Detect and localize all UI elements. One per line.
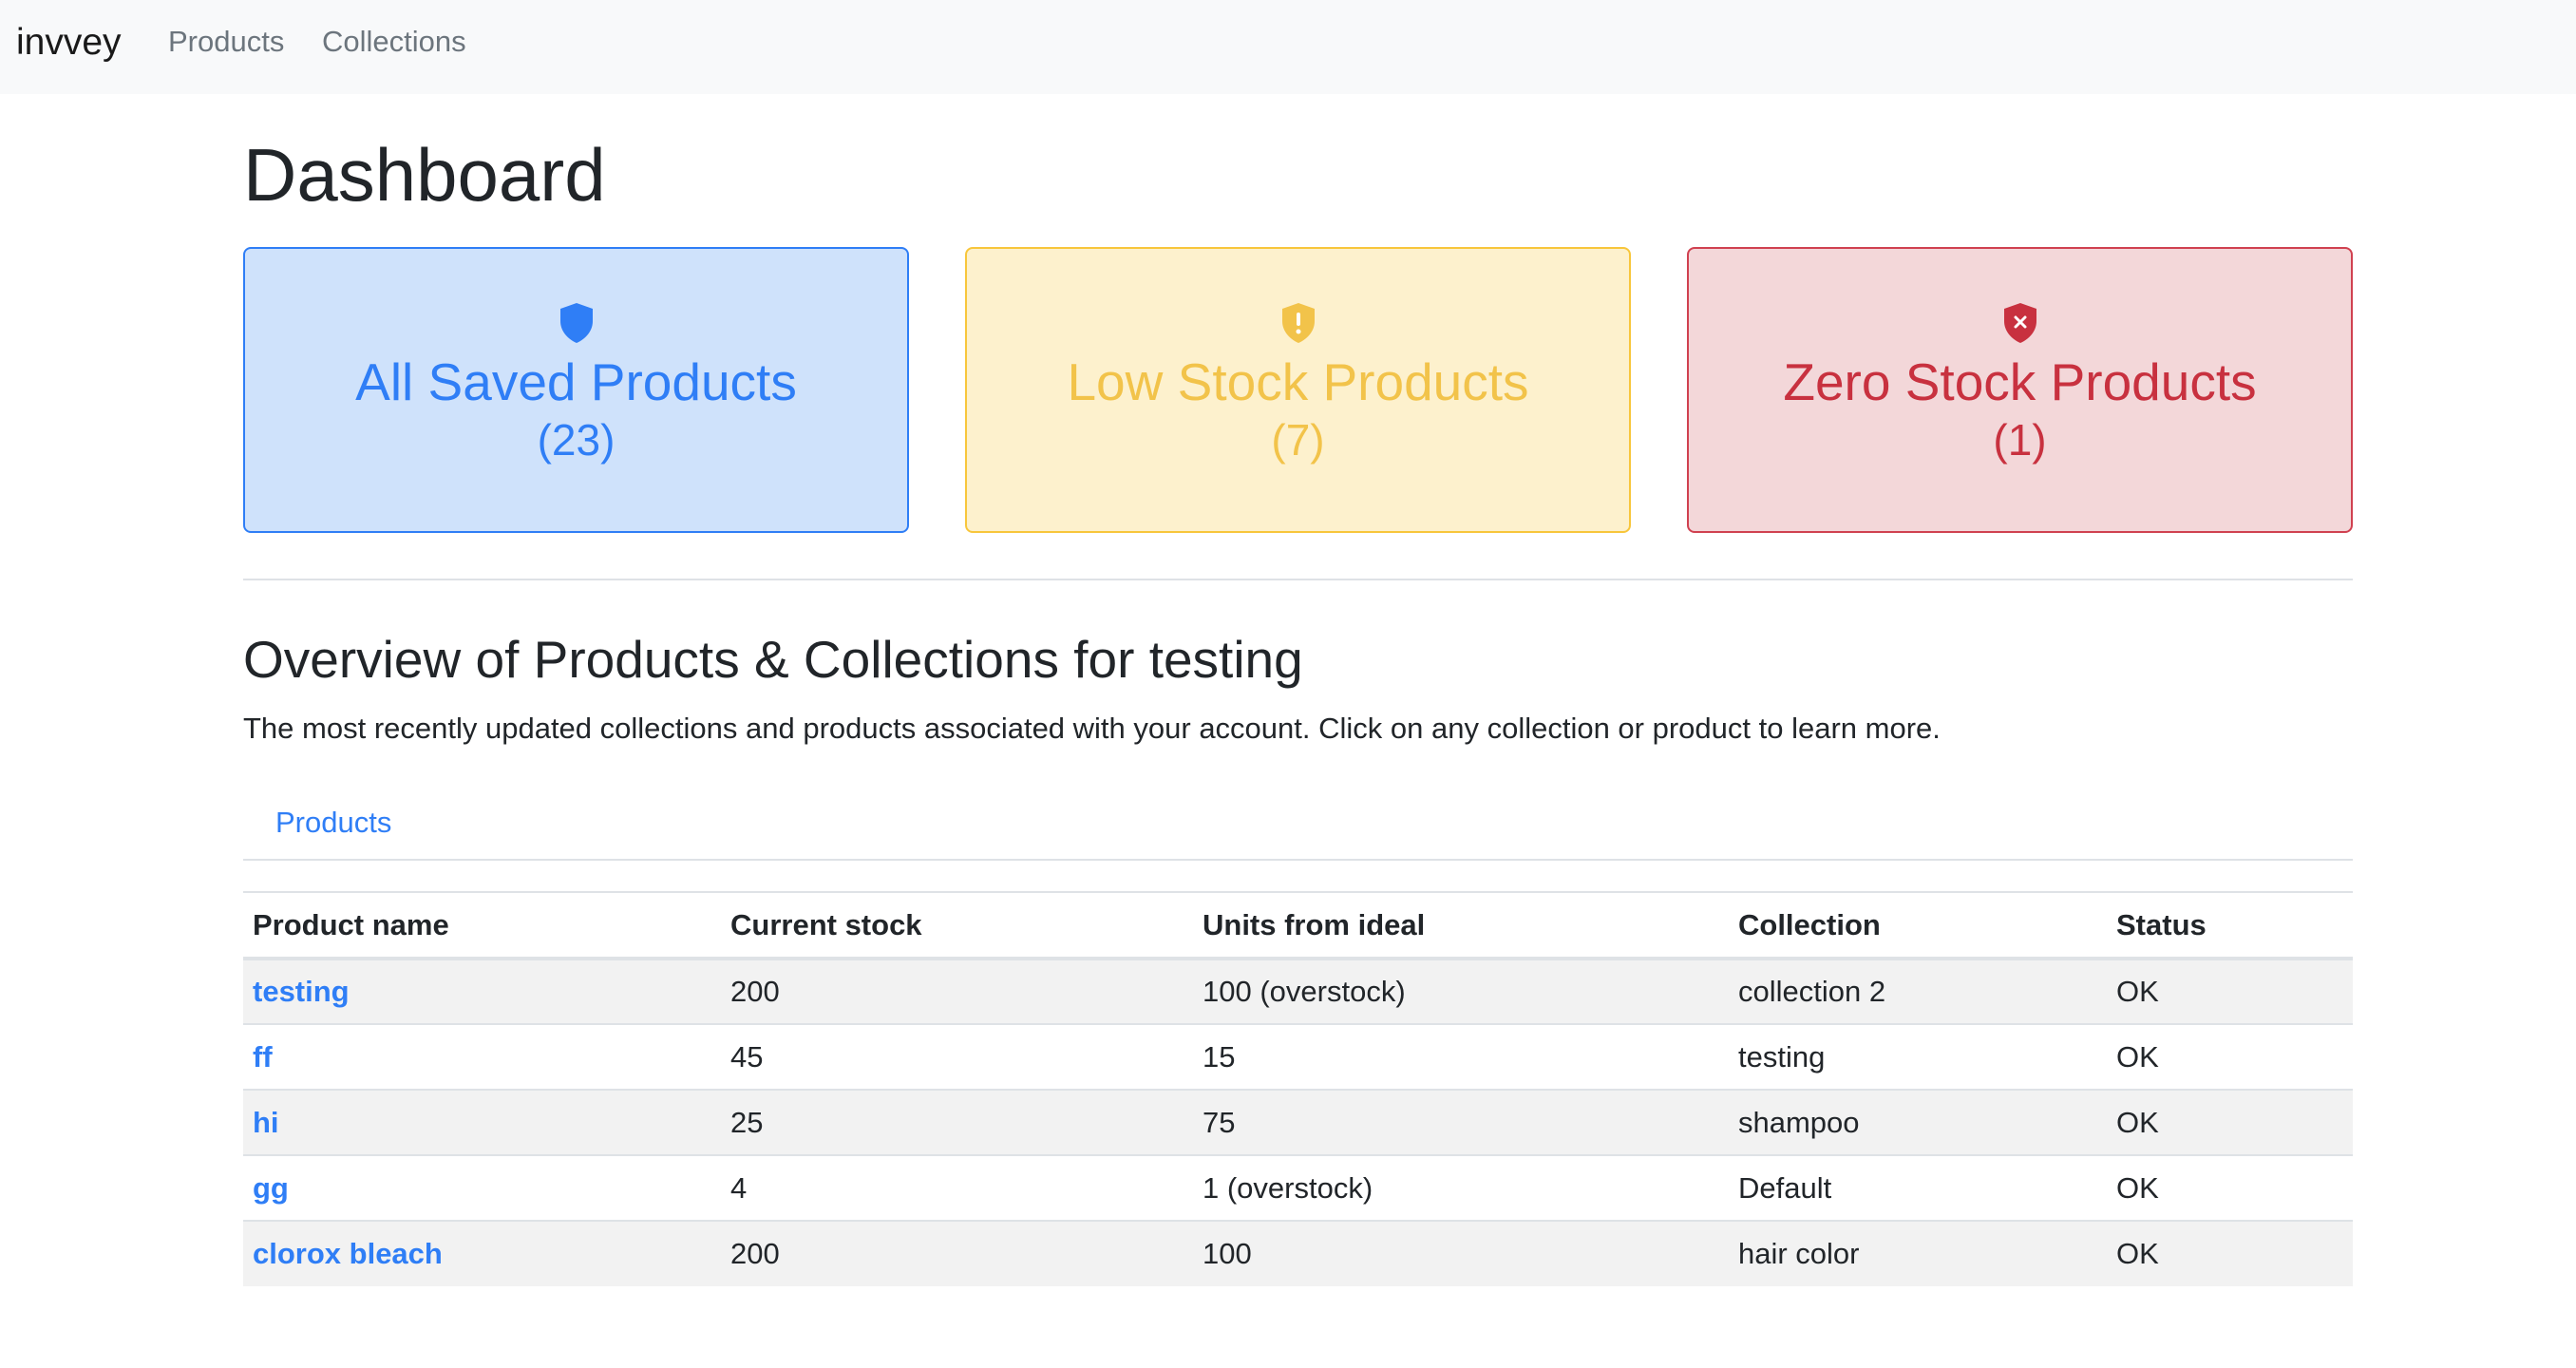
units-from-ideal-cell: 100 (overstock) — [1193, 958, 1729, 1024]
card-count: (23) — [537, 415, 616, 465]
card-title: All Saved Products — [355, 352, 797, 411]
product-link[interactable]: gg — [253, 1171, 289, 1205]
product-link[interactable]: clorox bleach — [253, 1237, 443, 1270]
card-count: (1) — [1993, 415, 2047, 465]
product-name-cell: clorox bleach — [243, 1220, 721, 1286]
current-stock-cell: 45 — [721, 1023, 1193, 1090]
current-stock-cell: 200 — [721, 1220, 1193, 1286]
table-row: testing 200 100 (overstock) collection 2… — [243, 958, 2353, 1024]
table-row: ff 45 15 testing OK — [243, 1023, 2353, 1090]
products-table: Product name Current stock Units from id… — [243, 891, 2353, 1286]
status-cell: OK — [2107, 1023, 2353, 1090]
collection-cell: Default — [1729, 1154, 2107, 1221]
navbar: invvey Products Collections — [0, 0, 2576, 94]
nav-link-collections[interactable]: Collections — [322, 23, 466, 61]
units-from-ideal-cell: 75 — [1193, 1089, 1729, 1155]
table-header-row: Product name Current stock Units from id… — [243, 892, 2353, 959]
brand-logo[interactable]: invvey — [16, 21, 122, 65]
column-header-collection: Collection — [1738, 907, 1881, 941]
status-cell: OK — [2107, 958, 2353, 1024]
card-title: Zero Stock Products — [1783, 352, 2257, 411]
product-name-cell: gg — [243, 1154, 721, 1221]
low-stock-products-card[interactable]: Low Stock Products (7) — [965, 247, 1631, 533]
status-cell: OK — [2107, 1089, 2353, 1155]
status-cell: OK — [2107, 1154, 2353, 1221]
shield-x-icon — [2003, 303, 2036, 343]
column-header-product-name: Product name — [253, 907, 449, 941]
current-stock-cell: 4 — [721, 1154, 1193, 1221]
page-title: Dashboard — [243, 133, 606, 217]
product-name-cell: ff — [243, 1023, 721, 1090]
collection-cell: hair color — [1729, 1220, 2107, 1286]
overview-title: Overview of Products & Collections for t… — [243, 630, 1303, 689]
column-header-status: Status — [2116, 907, 2207, 941]
overview-description: The most recently updated collections an… — [243, 712, 1941, 745]
current-stock-cell: 25 — [721, 1089, 1193, 1155]
column-header-current-stock: Current stock — [730, 907, 922, 941]
all-saved-products-card[interactable]: All Saved Products (23) — [243, 247, 909, 533]
card-count: (7) — [1271, 415, 1325, 465]
collection-cell: collection 2 — [1729, 958, 2107, 1024]
divider — [243, 579, 2353, 580]
tab-products[interactable]: Products — [275, 804, 391, 842]
tab-divider — [243, 859, 2353, 861]
shield-exclamation-icon — [1281, 303, 1315, 343]
table-row: hi 25 75 shampoo OK — [243, 1089, 2353, 1155]
table-row: gg 4 1 (overstock) Default OK — [243, 1154, 2353, 1221]
nav-link-products[interactable]: Products — [168, 23, 284, 61]
status-cell: OK — [2107, 1220, 2353, 1286]
units-from-ideal-cell: 1 (overstock) — [1193, 1154, 1729, 1221]
collection-cell: testing — [1729, 1023, 2107, 1090]
units-from-ideal-cell: 100 — [1193, 1220, 1729, 1286]
product-name-cell: hi — [243, 1089, 721, 1155]
column-header-units-from-ideal: Units from ideal — [1203, 907, 1426, 941]
current-stock-cell: 200 — [721, 958, 1193, 1024]
product-link[interactable]: hi — [253, 1106, 279, 1139]
card-title: Low Stock Products — [1067, 352, 1529, 411]
product-link[interactable]: ff — [253, 1040, 273, 1074]
units-from-ideal-cell: 15 — [1193, 1023, 1729, 1090]
shield-icon — [559, 303, 593, 343]
zero-stock-products-card[interactable]: Zero Stock Products (1) — [1687, 247, 2353, 533]
product-link[interactable]: testing — [253, 975, 350, 1008]
collection-cell: shampoo — [1729, 1089, 2107, 1155]
table-row: clorox bleach 200 100 hair color OK — [243, 1220, 2353, 1286]
product-name-cell: testing — [243, 958, 721, 1024]
